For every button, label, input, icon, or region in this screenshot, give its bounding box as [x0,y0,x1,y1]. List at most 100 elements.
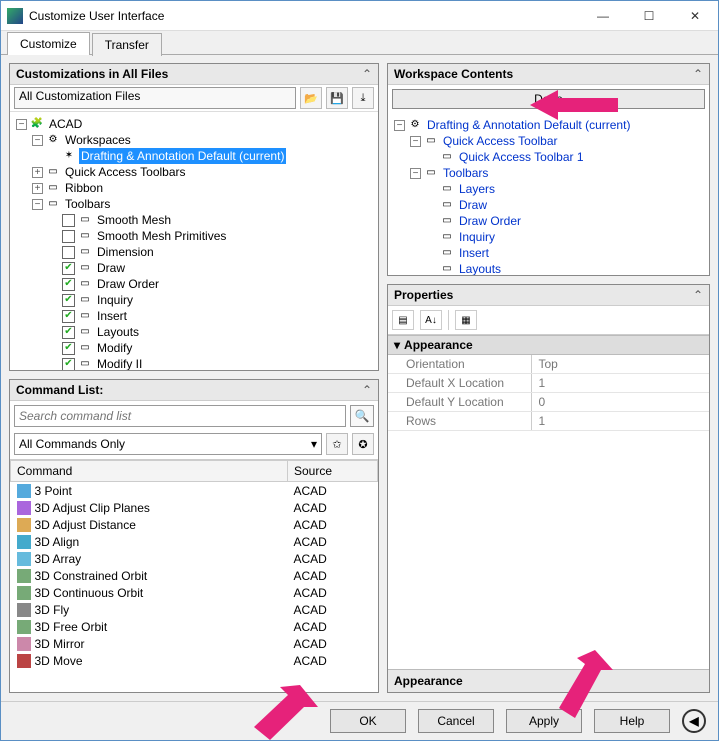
search-icon[interactable]: 🔍 [350,405,374,427]
checkbox[interactable] [62,230,75,243]
command-icon [17,637,31,651]
workspace-contents-header[interactable]: Workspace Contents ⌃ [388,64,709,85]
tree-item[interactable]: Modify [95,340,134,356]
back-icon[interactable]: ◀ [682,709,706,733]
command-row[interactable]: 3D MirrorACAD [11,635,378,652]
command-row[interactable]: 3D Continuous OrbitACAD [11,584,378,601]
close-button[interactable]: ✕ [672,1,718,31]
ws-qat1[interactable]: Quick Access Toolbar 1 [457,149,586,165]
tab-transfer[interactable]: Transfer [92,33,162,56]
prop-value[interactable]: 1 [532,412,709,430]
command-row[interactable]: 3D ArrayACAD [11,550,378,567]
command-icon [17,484,31,498]
open-file-icon[interactable]: 📂 [300,87,322,109]
alphabetical-icon[interactable]: A↓ [420,310,442,330]
command-row[interactable]: 3D Constrained OrbitACAD [11,567,378,584]
checkbox[interactable]: ✔ [62,294,75,307]
minimize-button[interactable]: — [580,1,626,31]
property-grid[interactable]: ▾Appearance OrientationTop Default X Loc… [388,335,709,431]
command-filter-combo[interactable]: All Commands Only▾ [14,433,322,455]
ws-item[interactable]: Layers [457,181,497,197]
tree-item[interactable]: Smooth Mesh Primitives [95,228,228,244]
tree-item[interactable]: Draw [95,260,127,276]
command-row[interactable]: 3D AlignACAD [11,533,378,550]
chevron-down-icon[interactable]: ▾ [394,338,400,352]
command-row[interactable]: 3D Free OrbitACAD [11,618,378,635]
customizations-tree[interactable]: −🧩ACAD −⚙Workspaces ✶Drafting & Annotati… [10,112,378,370]
cancel-button[interactable]: Cancel [418,709,494,733]
help-button[interactable]: Help [594,709,670,733]
checkbox[interactable]: ✔ [62,310,75,323]
command-row[interactable]: 3D FlyACAD [11,601,378,618]
find-icon[interactable]: ✩ [326,433,348,455]
command-row[interactable]: 3D Adjust DistanceACAD [11,516,378,533]
done-button[interactable]: Done [392,89,705,109]
properties-panel: Properties ⌃ ▤ A↓ ▦ ▾Appearance Orientat… [387,284,710,693]
new-cmd-icon[interactable]: ✪ [352,433,374,455]
prop-value[interactable]: 1 [532,374,709,392]
checkbox[interactable]: ✔ [62,358,75,371]
checkbox[interactable]: ✔ [62,326,75,339]
checkbox[interactable]: ✔ [62,278,75,291]
tree-ribbon[interactable]: Ribbon [63,180,105,196]
command-row[interactable]: 3D MoveACAD [11,652,378,669]
prop-key: Rows [388,412,532,430]
command-row[interactable]: 3 PointACAD [11,482,378,500]
collapse-icon[interactable]: ⌃ [693,288,703,302]
property-pages-icon[interactable]: ▦ [455,310,477,330]
th-command[interactable]: Command [11,461,288,482]
tree-item[interactable]: Insert [95,308,129,324]
tree-item[interactable]: Smooth Mesh [95,212,173,228]
ws-item[interactable]: Layouts [457,261,503,275]
properties-header[interactable]: Properties ⌃ [388,285,709,306]
tree-acad[interactable]: ACAD [47,116,84,132]
ok-button[interactable]: OK [330,709,406,733]
ws-item[interactable]: Insert [457,245,491,261]
tree-item[interactable]: Dimension [95,244,156,260]
save-icon[interactable]: 💾 [326,87,348,109]
ws-qat[interactable]: Quick Access Toolbar [441,133,560,149]
collapse-icon[interactable]: ⌃ [362,383,372,397]
tab-customize[interactable]: Customize [7,32,90,55]
apply-button[interactable]: Apply [506,709,582,733]
ws-item[interactable]: Inquiry [457,229,497,245]
checkbox[interactable]: ✔ [62,342,75,355]
tree-item[interactable]: Layouts [95,324,141,340]
command-list-header[interactable]: Command List: ⌃ [10,380,378,401]
tree-toolbars[interactable]: Toolbars [63,196,112,212]
search-input[interactable] [14,405,346,427]
ws-toolbars[interactable]: Toolbars [441,165,490,181]
categorized-icon[interactable]: ▤ [392,310,414,330]
prop-value[interactable]: Top [532,355,709,373]
collapse-icon[interactable]: ⌃ [693,67,703,81]
tree-ws-current[interactable]: Drafting & Annotation Default (current) [79,148,286,164]
customization-files-combo[interactable]: All Customization Files [14,87,296,109]
ws-root[interactable]: Drafting & Annotation Default (current) [425,117,632,133]
tree-qat[interactable]: Quick Access Toolbars [63,164,188,180]
workspace-tree[interactable]: −⚙Drafting & Annotation Default (current… [388,113,709,275]
ws-item[interactable]: Draw Order [457,213,523,229]
collapse-icon[interactable]: ⌃ [362,67,372,81]
tree-item[interactable]: Modify II [95,356,144,370]
save-as-icon[interactable]: ⤓ [352,87,374,109]
command-icon [17,603,31,617]
checkbox[interactable]: ✔ [62,262,75,275]
checkbox[interactable] [62,214,75,227]
command-icon [17,654,31,668]
maximize-button[interactable]: ☐ [626,1,672,31]
gear-icon: ⚙ [46,133,60,147]
tree-workspaces[interactable]: Workspaces [63,132,133,148]
qat-icon: ▭ [46,165,60,179]
ribbon-icon: ▭ [46,181,60,195]
tree-item[interactable]: Draw Order [95,276,161,292]
command-table[interactable]: Command Source 3 PointACAD3D Adjust Clip… [10,459,378,692]
checkbox[interactable] [62,246,75,259]
th-source[interactable]: Source [288,461,378,482]
prop-key: Orientation [388,355,532,373]
gear-icon: ⚙ [408,118,422,132]
customizations-header[interactable]: Customizations in All Files ⌃ [10,64,378,85]
tree-item[interactable]: Inquiry [95,292,135,308]
ws-item[interactable]: Draw [457,197,489,213]
command-row[interactable]: 3D Adjust Clip PlanesACAD [11,499,378,516]
prop-value[interactable]: 0 [532,393,709,411]
